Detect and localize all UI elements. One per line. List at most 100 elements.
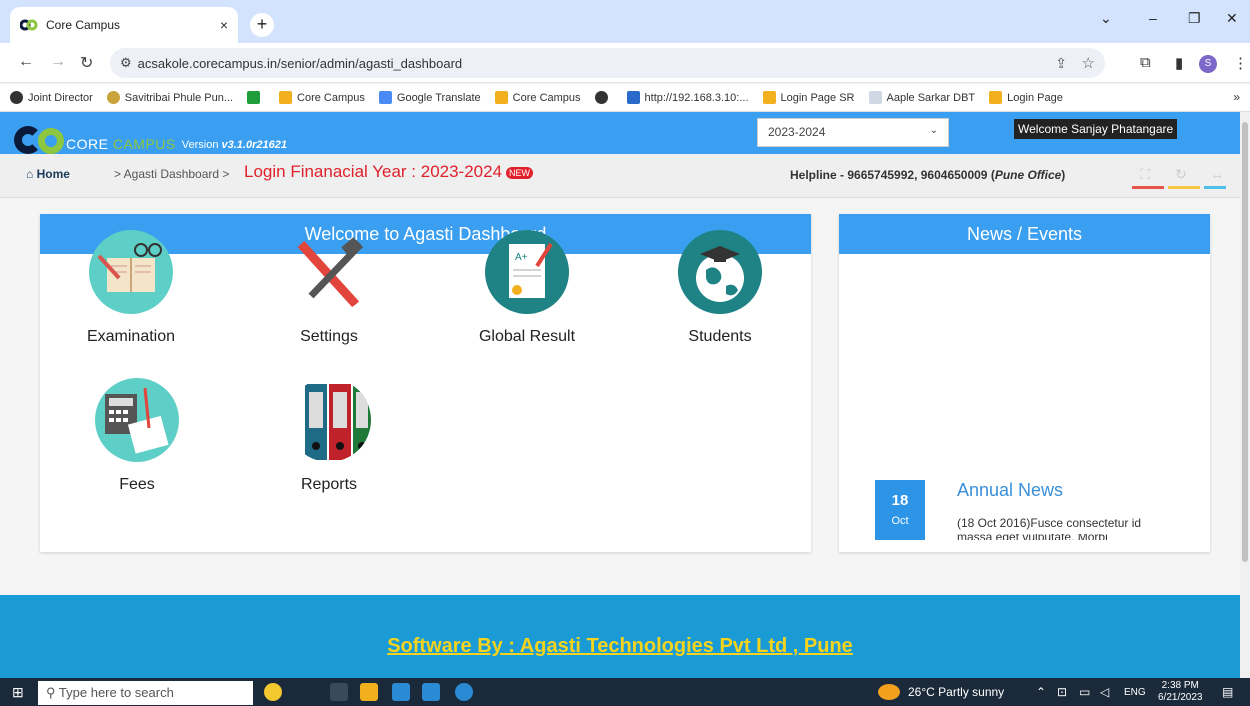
bookmark-label: Login Page bbox=[1007, 91, 1063, 104]
tile-settings[interactable]: Settings bbox=[264, 230, 394, 346]
helpline-numbers: Helpline - 9665745992, 9604650009 ( bbox=[790, 168, 995, 182]
network-icon[interactable]: ⊡ bbox=[1057, 685, 1067, 699]
bookmark-login-page[interactable]: Login Page bbox=[989, 91, 1063, 104]
bookmark-dsm[interactable]: http://192.168.3.10:... bbox=[626, 91, 749, 104]
bookmark-google-translate[interactable]: Google Translate bbox=[378, 91, 481, 104]
minimize-icon[interactable]: – bbox=[1149, 10, 1157, 26]
bookmark-star-icon[interactable]: ☆ bbox=[1082, 54, 1095, 72]
tab-title: Core Campus bbox=[46, 18, 121, 32]
browser-tab-strip: Core Campus × + ⌄ – ❐ ✕ bbox=[0, 0, 1250, 43]
bookmark-aaple-sarkar[interactable]: Aaple Sarkar DBT bbox=[868, 91, 975, 104]
version-number: v3.1.0r21621 bbox=[221, 139, 287, 151]
omnibox[interactable]: ⚙ acsakole.corecampus.in/senior/admin/ag… bbox=[110, 48, 1105, 78]
bookmark-green[interactable] bbox=[247, 91, 265, 104]
share-icon[interactable]: ⇪ bbox=[1055, 55, 1067, 72]
reload-icon[interactable]: ↻ bbox=[80, 53, 93, 73]
speaker-muted-icon[interactable]: ◁ bbox=[1100, 685, 1109, 699]
bookmark-joint-director[interactable]: Joint Director bbox=[10, 91, 93, 104]
windows-start-icon[interactable]: ⊞ bbox=[12, 684, 24, 701]
footer-company-link[interactable]: Software By : Agasti Technologies Pvt Lt… bbox=[0, 635, 1240, 658]
notifications-icon[interactable]: ▤ bbox=[1222, 685, 1233, 699]
globe-icon bbox=[10, 91, 23, 104]
globe-icon bbox=[594, 91, 608, 104]
site-info-icon[interactable]: ⚙ bbox=[120, 55, 132, 71]
bookmark-core-campus-1[interactable]: Core Campus bbox=[279, 91, 365, 104]
core-campus-logo[interactable]: CORE CAMPUS Version v3.1.0r21621 bbox=[14, 114, 287, 154]
tab-close-icon[interactable]: × bbox=[220, 17, 228, 33]
news-body: (18 Oct 2016)Fusce consectetur id bbox=[957, 516, 1142, 530]
academic-year-select[interactable]: 2023-2024 ⌄ bbox=[757, 118, 949, 147]
breadcrumb-home[interactable]: ⌂ Home bbox=[26, 167, 70, 181]
scrollbar-thumb[interactable] bbox=[1242, 122, 1248, 562]
chrome-icon[interactable] bbox=[455, 683, 473, 701]
new-tab-button[interactable]: + bbox=[250, 13, 274, 37]
bookmarks-more-icon[interactable]: » bbox=[1233, 90, 1240, 104]
close-window-icon[interactable]: ✕ bbox=[1226, 10, 1238, 27]
global-result-icon: A+ bbox=[485, 230, 569, 314]
tile-global-result[interactable]: A+ Global Result bbox=[462, 230, 592, 346]
weather-text[interactable]: 26°C Partly sunny bbox=[908, 685, 1004, 699]
refresh-icon[interactable]: ↻ bbox=[1168, 166, 1200, 189]
url-text[interactable]: acsakole.corecampus.in/senior/admin/agas… bbox=[138, 56, 462, 71]
bookmark-savitribai[interactable]: Savitribai Phule Pun... bbox=[106, 91, 233, 104]
news-heading[interactable]: Annual News bbox=[957, 480, 1063, 501]
language-indicator[interactable]: ENG bbox=[1124, 687, 1146, 698]
core-campus-icon bbox=[989, 91, 1003, 104]
profile-avatar[interactable]: S bbox=[1199, 55, 1217, 73]
tile-label: Global Result bbox=[478, 328, 576, 345]
tab-search-chevron-icon[interactable]: ⌄ bbox=[1100, 10, 1112, 27]
bookmark-login-sr[interactable]: Login Page SR bbox=[762, 91, 855, 104]
svg-text:A+: A+ bbox=[515, 252, 528, 263]
logo-text: CORE CAMPUS bbox=[66, 136, 176, 152]
tile-fees[interactable]: Fees bbox=[72, 378, 202, 494]
tile-reports[interactable]: Reports bbox=[264, 378, 394, 494]
new-badge-icon: NEW bbox=[506, 166, 534, 179]
cortana-icon[interactable] bbox=[264, 683, 282, 701]
news-date-badge: 18 Oct bbox=[875, 480, 925, 540]
page-scrollbar[interactable] bbox=[1240, 112, 1250, 678]
mail-icon[interactable] bbox=[422, 683, 440, 701]
menu-icon[interactable]: ⋮ bbox=[1233, 54, 1248, 72]
side-panel-icon[interactable]: ▮ bbox=[1175, 54, 1183, 72]
core-campus-favicon-icon bbox=[19, 18, 38, 32]
extensions-icon[interactable]: ⧉ bbox=[1140, 54, 1151, 71]
back-icon[interactable]: ← bbox=[18, 53, 34, 71]
bookmark-label: Joint Director bbox=[28, 91, 93, 104]
file-explorer-icon[interactable] bbox=[360, 683, 378, 701]
fees-calculator-icon bbox=[95, 378, 179, 462]
tile-examination[interactable]: Examination bbox=[66, 230, 196, 346]
clock[interactable]: 2:38 PM 6/21/2023 bbox=[1158, 680, 1203, 704]
home-icon: ⌂ bbox=[26, 167, 34, 181]
welcome-user[interactable]: Welcome Sanjay Phatangare bbox=[1014, 119, 1178, 139]
forward-icon[interactable]: → bbox=[50, 53, 66, 71]
tile-label: Examination bbox=[86, 328, 176, 345]
students-globe-icon bbox=[678, 230, 762, 314]
browser-tab[interactable]: Core Campus × bbox=[10, 7, 238, 43]
tile-label: Students bbox=[688, 328, 752, 345]
sheet-icon bbox=[247, 91, 261, 104]
search-icon: ⚲ bbox=[46, 685, 56, 700]
weather-icon[interactable] bbox=[878, 684, 900, 700]
settings-tools-icon bbox=[287, 230, 371, 314]
breadcrumb-current: > Agasti Dashboard > bbox=[114, 167, 230, 181]
task-view-icon[interactable] bbox=[330, 683, 348, 701]
tray-chevron-icon[interactable]: ⌃ bbox=[1036, 685, 1046, 699]
bookmark-label: Google Translate bbox=[396, 91, 481, 104]
app-header: CORE CAMPUS Version v3.1.0r21621 2023-20… bbox=[0, 112, 1240, 154]
fullscreen-icon[interactable]: ⛶ bbox=[1132, 166, 1164, 189]
taskbar-search[interactable]: ⚲ Type here to search bbox=[38, 681, 253, 705]
display-icon[interactable]: ▭ bbox=[1079, 685, 1090, 699]
chevron-down-icon: ⌄ bbox=[929, 125, 938, 136]
store-icon[interactable] bbox=[392, 683, 410, 701]
restore-icon[interactable]: ❐ bbox=[1188, 10, 1201, 27]
bookmark-label: http://192.168.3.10:... bbox=[644, 91, 749, 104]
news-day: 18 bbox=[891, 492, 909, 509]
app-footer: Software By : Agasti Technologies Pvt Lt… bbox=[0, 595, 1240, 678]
bookmark-label: Core Campus bbox=[297, 91, 365, 104]
university-icon bbox=[106, 91, 120, 104]
examination-icon bbox=[89, 230, 173, 314]
expand-icon[interactable]: ↔ bbox=[1204, 166, 1230, 189]
bookmark-globe[interactable] bbox=[594, 91, 613, 104]
tile-students[interactable]: Students bbox=[655, 230, 785, 346]
bookmark-core-campus-2[interactable]: Core Campus bbox=[494, 91, 581, 104]
